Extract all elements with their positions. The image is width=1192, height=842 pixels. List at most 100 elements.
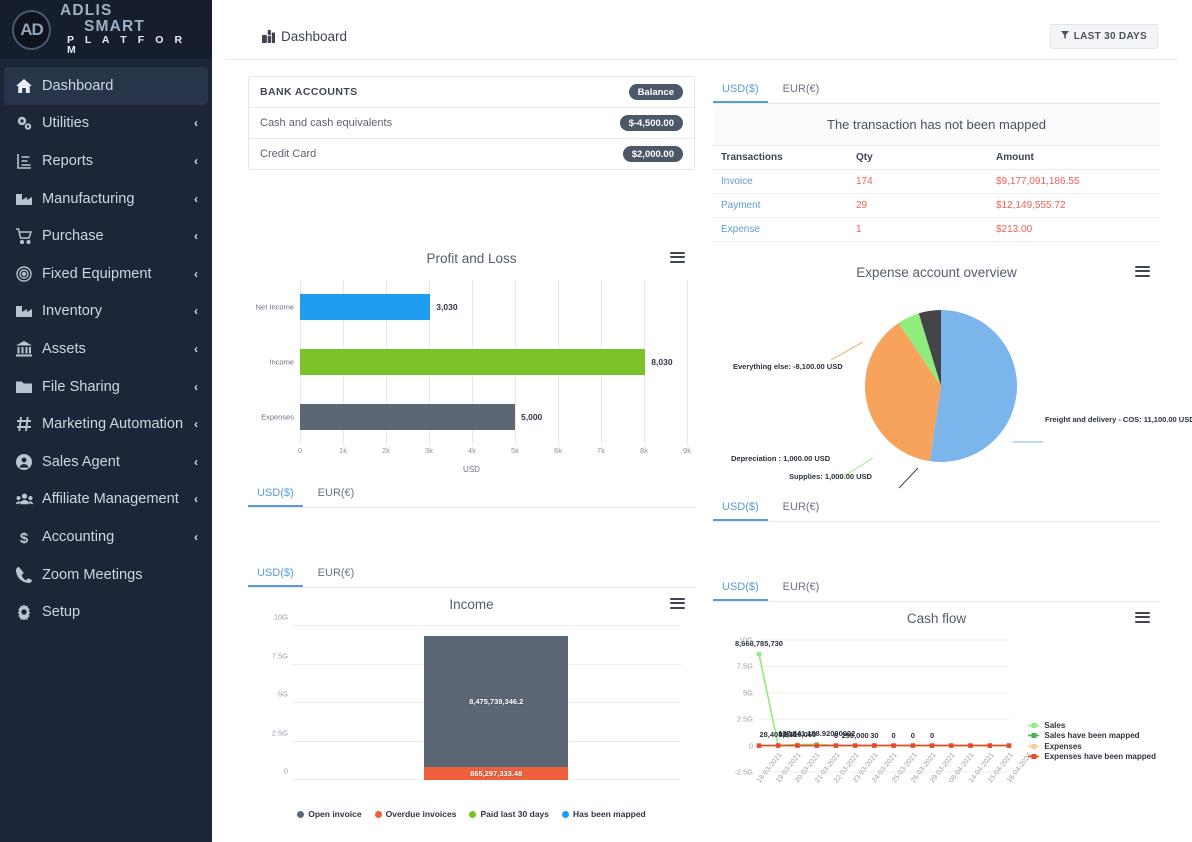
cash-flow-marker[interactable] xyxy=(853,743,857,747)
income-legend-item[interactable]: Paid last 30 days xyxy=(469,809,549,819)
sidebar-item-reports[interactable]: Reports‹ xyxy=(0,142,212,180)
sidebar-item-utilities[interactable]: Utilities‹ xyxy=(0,105,212,143)
sidebar-item-sales-agent[interactable]: Sales Agent‹ xyxy=(0,443,212,481)
cash-flow-marker[interactable] xyxy=(949,743,953,747)
cash-flow-marker[interactable] xyxy=(757,743,761,747)
chevron-left-icon[interactable]: ‹ xyxy=(194,116,198,130)
cash-flow-marker[interactable] xyxy=(757,652,761,656)
bank-account-value: $-4,500.00 xyxy=(620,115,683,131)
income-segment[interactable]: 865,297,333.48 xyxy=(424,767,568,780)
pl-bar-row[interactable]: Expenses5,000 xyxy=(300,404,687,430)
income-legend-item[interactable]: Overdue invoices xyxy=(375,809,457,819)
tab-usd-income[interactable]: USD($) xyxy=(248,560,303,587)
income-legend-label: Has been mapped xyxy=(573,809,646,819)
chevron-left-icon[interactable]: ‹ xyxy=(194,455,198,469)
tab-usd-pl[interactable]: USD($) xyxy=(248,480,303,507)
chevron-left-icon[interactable]: ‹ xyxy=(194,380,198,394)
income-legend-item[interactable]: Has been mapped xyxy=(562,809,646,819)
cash-flow-marker[interactable] xyxy=(834,743,838,747)
sidebar-item-marketing-automation[interactable]: Marketing Automation‹ xyxy=(0,405,212,443)
cash-flow-legend-item[interactable]: Expenses have been mapped xyxy=(1028,752,1156,763)
chart-menu-button-income[interactable] xyxy=(670,595,685,611)
chevron-left-icon[interactable]: ‹ xyxy=(194,530,198,544)
chevron-left-icon[interactable]: ‹ xyxy=(194,154,198,168)
sidebar-item-zoom-meetings[interactable]: Zoom Meetings xyxy=(0,556,212,594)
cash-flow-legend: SalesSales have been mappedExpensesExpen… xyxy=(1028,720,1156,762)
tab-eur-income[interactable]: EUR(€) xyxy=(309,560,364,587)
cash-flow-marker[interactable] xyxy=(795,743,799,747)
income-legend-item[interactable]: Open invoice xyxy=(297,809,361,819)
cash-flow-legend-item[interactable]: Sales xyxy=(1028,720,1156,731)
bank-account-row[interactable]: Credit Card$2,000.00 xyxy=(249,139,694,169)
income-segment[interactable]: 8,475,739,346.2 xyxy=(424,636,568,767)
transaction-amount: $213.00 xyxy=(988,218,1160,242)
sidebar-item-purchase[interactable]: Purchase‹ xyxy=(0,217,212,255)
cash-flow-marker[interactable] xyxy=(1007,743,1011,747)
cash-flow-marker[interactable] xyxy=(776,743,780,747)
currency-tabs-transactions: USD($) EUR(€) xyxy=(713,76,1160,104)
table-row[interactable]: Invoice174$9,177,091,186.55 xyxy=(713,170,1160,194)
tab-usd-cashflow[interactable]: USD($) xyxy=(713,574,768,601)
transaction-name[interactable]: Invoice xyxy=(713,170,848,194)
sidebar-item-affiliate-management[interactable]: Affiliate Management‹ xyxy=(0,481,212,519)
sidebar-item-manufacturing[interactable]: Manufacturing‹ xyxy=(0,180,212,218)
cash-flow-legend-item[interactable]: Expenses xyxy=(1028,741,1156,752)
transaction-qty: 29 xyxy=(848,194,988,218)
currency-tabs-pie: USD($) EUR(€) xyxy=(713,494,1160,522)
chart-menu-button-pl[interactable] xyxy=(670,249,685,265)
pl-bar-row[interactable]: Net Income3,030 xyxy=(300,294,687,320)
date-range-label: LAST 30 DAYS xyxy=(1074,31,1147,42)
sidebar-item-assets[interactable]: Assets‹ xyxy=(0,330,212,368)
cash-flow-title: Cash flow xyxy=(713,606,1160,628)
bank-accounts-rows: Cash and cash equivalents$-4,500.00Credi… xyxy=(249,108,694,169)
cash-flow-marker[interactable] xyxy=(911,743,915,747)
tab-eur-transactions[interactable]: EUR(€) xyxy=(774,76,829,103)
pl-bar[interactable]: Expenses5,000 xyxy=(300,404,515,430)
table-row[interactable]: Payment29$12,149,555.72 xyxy=(713,194,1160,218)
sidebar-item-inventory[interactable]: Inventory‹ xyxy=(0,293,212,331)
chevron-left-icon[interactable]: ‹ xyxy=(194,192,198,206)
pl-bar[interactable]: Net Income3,030 xyxy=(300,294,430,320)
income-stacked-bar[interactable]: 865,297,333.488,475,739,346.2 xyxy=(424,636,568,780)
income-y-tick: 10G xyxy=(248,613,288,622)
transaction-name[interactable]: Payment xyxy=(713,194,848,218)
cash-flow-marker[interactable] xyxy=(891,743,895,747)
pl-bar-row[interactable]: Income8,030 xyxy=(300,349,687,375)
pie-slice[interactable] xyxy=(930,310,1017,462)
brand-logo[interactable]: AD ADLIS SMART P L A T F O R M xyxy=(0,0,212,59)
cash-flow-marker[interactable] xyxy=(968,743,972,747)
chart-menu-button-cashflow[interactable] xyxy=(1135,609,1150,625)
table-row[interactable]: Expense1$213.00 xyxy=(713,218,1160,242)
chevron-left-icon[interactable]: ‹ xyxy=(194,304,198,318)
tab-eur-cashflow[interactable]: EUR(€) xyxy=(774,574,829,601)
tab-usd-pie[interactable]: USD($) xyxy=(713,494,768,521)
chevron-left-icon[interactable]: ‹ xyxy=(194,342,198,356)
sidebar-item-label: File Sharing xyxy=(42,379,194,395)
cash-flow-legend-item[interactable]: Sales have been mapped xyxy=(1028,731,1156,742)
chevron-left-icon[interactable]: ‹ xyxy=(194,267,198,281)
tab-eur-pl[interactable]: EUR(€) xyxy=(309,480,364,507)
tab-eur-pie[interactable]: EUR(€) xyxy=(774,494,829,521)
sidebar-item-file-sharing[interactable]: File Sharing‹ xyxy=(0,368,212,406)
sidebar-item-fixed-equipment[interactable]: Fixed Equipment‹ xyxy=(0,255,212,293)
sidebar-item-dashboard[interactable]: Dashboard xyxy=(4,67,208,105)
chart-menu-button-pie[interactable] xyxy=(1135,263,1150,279)
sidebar-item-setup[interactable]: Setup xyxy=(0,593,212,631)
chevron-left-icon[interactable]: ‹ xyxy=(194,417,198,431)
legend-dot-icon xyxy=(297,811,304,818)
date-range-button[interactable]: LAST 30 DAYS xyxy=(1050,24,1158,49)
cash-flow-marker[interactable] xyxy=(872,743,876,747)
tab-usd-transactions[interactable]: USD($) xyxy=(713,76,768,103)
chevron-left-icon[interactable]: ‹ xyxy=(194,492,198,506)
cash-flow-marker[interactable] xyxy=(988,743,992,747)
pl-bar[interactable]: Income8,030 xyxy=(300,349,645,375)
cash-flow-marker[interactable] xyxy=(930,743,934,747)
chevron-left-icon[interactable]: ‹ xyxy=(194,229,198,243)
sidebar-item-accounting[interactable]: $Accounting‹ xyxy=(0,518,212,556)
cash-flow-marker[interactable] xyxy=(814,743,818,747)
gears-icon xyxy=(16,115,42,131)
transactions-body: Invoice174$9,177,091,186.55Payment29$12,… xyxy=(713,170,1160,242)
bank-account-row[interactable]: Cash and cash equivalents$-4,500.00 xyxy=(249,108,694,139)
income-y-tick: 7.5G xyxy=(248,651,288,660)
transaction-name[interactable]: Expense xyxy=(713,218,848,242)
